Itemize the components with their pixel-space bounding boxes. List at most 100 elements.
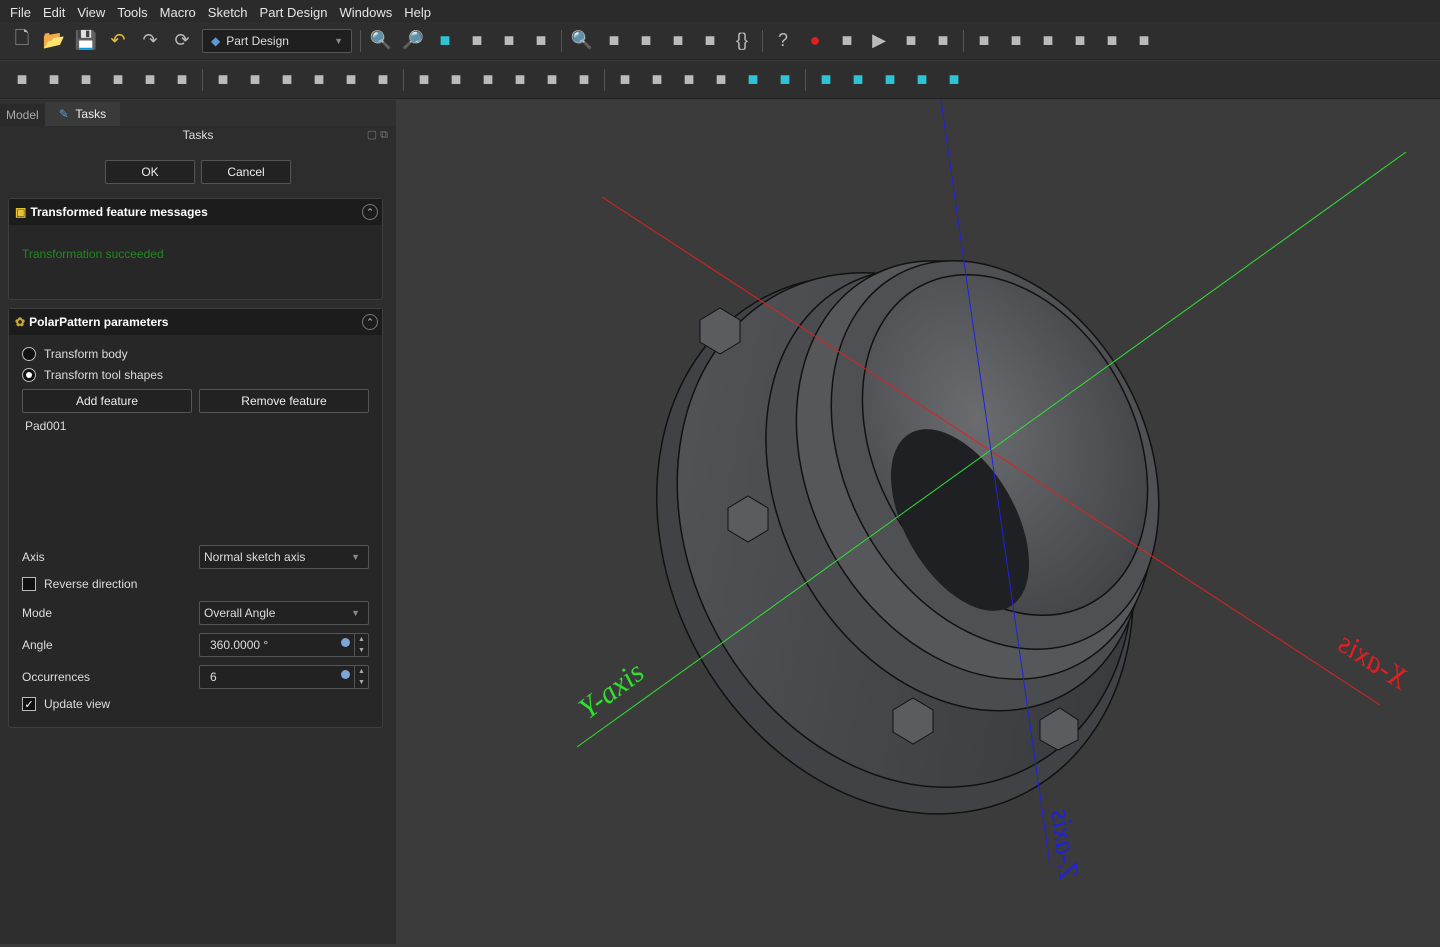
view-right-icon[interactable]: ■: [814, 68, 838, 92]
run-macro-icon[interactable]: ▶: [867, 29, 891, 53]
additive-loft-icon[interactable]: ■: [74, 68, 98, 92]
thickness-icon[interactable]: ■: [572, 68, 596, 92]
redo-icon[interactable]: ↷: [138, 29, 162, 53]
view-top-icon[interactable]: ■: [773, 68, 797, 92]
occurrences-label: Occurrences: [22, 670, 91, 684]
view-axonometric-icon[interactable]: ■: [942, 68, 966, 92]
reverse-direction-checkbox[interactable]: Reverse direction: [22, 577, 137, 591]
std-view-icon[interactable]: ■: [465, 29, 489, 53]
menu-windows[interactable]: Windows: [333, 5, 398, 20]
measure-icon[interactable]: ■: [602, 29, 626, 53]
fit-all-icon[interactable]: 🔍: [369, 29, 393, 53]
datum-point-icon[interactable]: ■: [1004, 29, 1028, 53]
save-icon[interactable]: 💾: [74, 29, 98, 53]
hole-icon[interactable]: ■: [243, 68, 267, 92]
polar-pattern-icon[interactable]: ■: [677, 68, 701, 92]
undo-icon[interactable]: ↶: [106, 29, 130, 53]
multi-transform-icon[interactable]: ■: [709, 68, 733, 92]
view-rear-icon[interactable]: ■: [846, 68, 870, 92]
bounding-box-icon[interactable]: ■: [529, 29, 553, 53]
body-icon[interactable]: ■: [899, 29, 923, 53]
groove-icon[interactable]: ■: [275, 68, 299, 92]
macro-edit-icon[interactable]: ■: [835, 29, 859, 53]
collapse-icon[interactable]: ⌃: [362, 314, 378, 330]
sub-shape-icon[interactable]: ■: [1100, 29, 1124, 53]
shape-binder-icon[interactable]: ■: [1036, 29, 1060, 53]
clone-icon[interactable]: ■: [1068, 29, 1092, 53]
remove-feature-button[interactable]: Remove feature: [199, 389, 369, 413]
fillet-icon[interactable]: ■: [476, 68, 500, 92]
new-file-icon[interactable]: 🗋: [10, 28, 34, 53]
angle-input[interactable]: 360.0000 ° ▲ ▼: [199, 633, 369, 657]
menu-macro[interactable]: Macro: [154, 5, 202, 20]
pad-icon[interactable]: ■: [10, 68, 34, 92]
pocket-icon[interactable]: ■: [211, 68, 235, 92]
additive-pipe-icon[interactable]: ■: [106, 68, 130, 92]
spin-buttons[interactable]: ▲ ▼: [354, 666, 368, 688]
boolean-icon[interactable]: ■: [444, 68, 468, 92]
view-left-icon[interactable]: ■: [910, 68, 934, 92]
menu-part-design[interactable]: Part Design: [254, 5, 334, 20]
checkbox[interactable]: [22, 577, 36, 591]
fit-selection-icon[interactable]: 🔎: [401, 29, 425, 53]
additive-primitive-icon[interactable]: ■: [170, 68, 194, 92]
expression-icon[interactable]: [341, 670, 350, 679]
linear-pattern-icon[interactable]: ■: [645, 68, 669, 92]
add-feature-button[interactable]: Add feature: [22, 389, 192, 413]
chamfer-icon[interactable]: ■: [508, 68, 532, 92]
subtractive-loft-icon[interactable]: ■: [307, 68, 331, 92]
link-icon[interactable]: ■: [698, 29, 722, 53]
tab-model[interactable]: Model: [0, 104, 45, 126]
datum-plane-icon[interactable]: ■: [1132, 29, 1156, 53]
open-file-icon[interactable]: 📂: [42, 29, 66, 53]
spin-buttons[interactable]: ▲ ▼: [354, 634, 368, 656]
menu-sketch[interactable]: Sketch: [202, 5, 254, 20]
mirrored-icon[interactable]: ■: [613, 68, 637, 92]
float-dock-icons[interactable]: ▢ ⧉: [367, 128, 388, 142]
draw-style-icon[interactable]: ■: [497, 29, 521, 53]
tab-tasks[interactable]: ✎ Tasks: [44, 102, 121, 126]
group-icon[interactable]: ■: [666, 29, 690, 53]
radio-button[interactable]: [22, 347, 36, 361]
subtractive-helix-icon[interactable]: ■: [371, 68, 395, 92]
draft-icon[interactable]: ■: [540, 68, 564, 92]
revolution-icon[interactable]: ■: [42, 68, 66, 92]
menu-help[interactable]: Help: [398, 5, 437, 20]
braces-icon[interactable]: {}: [730, 29, 754, 53]
3d-scene[interactable]: Y-axis X-axis Z-axis: [396, 99, 1440, 944]
axis-select[interactable]: Normal sketch axis ▼: [199, 545, 369, 569]
subtractive-pipe-icon[interactable]: ■: [339, 68, 363, 92]
cancel-button[interactable]: Cancel: [201, 160, 291, 184]
3d-viewport[interactable]: Y-axis X-axis Z-axis: [396, 99, 1440, 944]
menu-file[interactable]: File: [4, 5, 37, 20]
view-front-icon[interactable]: ■: [741, 68, 765, 92]
expression-icon[interactable]: [341, 638, 350, 647]
update-view-checkbox[interactable]: ✓ Update view: [22, 697, 110, 711]
sketch-icon[interactable]: ■: [931, 29, 955, 53]
menu-tools[interactable]: Tools: [111, 5, 153, 20]
subtractive-primitive-icon[interactable]: ■: [412, 68, 436, 92]
part-icon[interactable]: ■: [634, 29, 658, 53]
zoom-icon[interactable]: 🔍: [570, 29, 594, 53]
radio-transform-body[interactable]: Transform body: [22, 347, 128, 361]
validate-sketch-icon[interactable]: ■: [972, 29, 996, 53]
radio-button[interactable]: [22, 368, 36, 382]
occurrences-input[interactable]: 6 ▲ ▼: [199, 665, 369, 689]
ok-button[interactable]: OK: [105, 160, 195, 184]
whats-this-icon[interactable]: ?: [771, 29, 795, 53]
workbench-selector[interactable]: ◆ Part Design ▼: [202, 28, 352, 53]
mode-select[interactable]: Overall Angle ▼: [199, 601, 369, 625]
list-item[interactable]: Pad001: [22, 413, 369, 439]
menu-edit[interactable]: Edit: [37, 5, 71, 20]
radio-transform-tool-shapes[interactable]: Transform tool shapes: [22, 368, 163, 382]
flange-model[interactable]: [565, 192, 1225, 898]
checkbox[interactable]: ✓: [22, 697, 36, 711]
view-isometric-icon[interactable]: ■: [433, 29, 457, 53]
record-macro-icon[interactable]: ●: [803, 29, 827, 53]
collapse-icon[interactable]: ⌃: [362, 204, 378, 220]
menu-view[interactable]: View: [71, 5, 111, 20]
additive-helix-icon[interactable]: ■: [138, 68, 162, 92]
feature-list[interactable]: Pad001: [22, 413, 369, 537]
refresh-icon[interactable]: ⟳: [170, 29, 194, 53]
view-bottom-icon[interactable]: ■: [878, 68, 902, 92]
